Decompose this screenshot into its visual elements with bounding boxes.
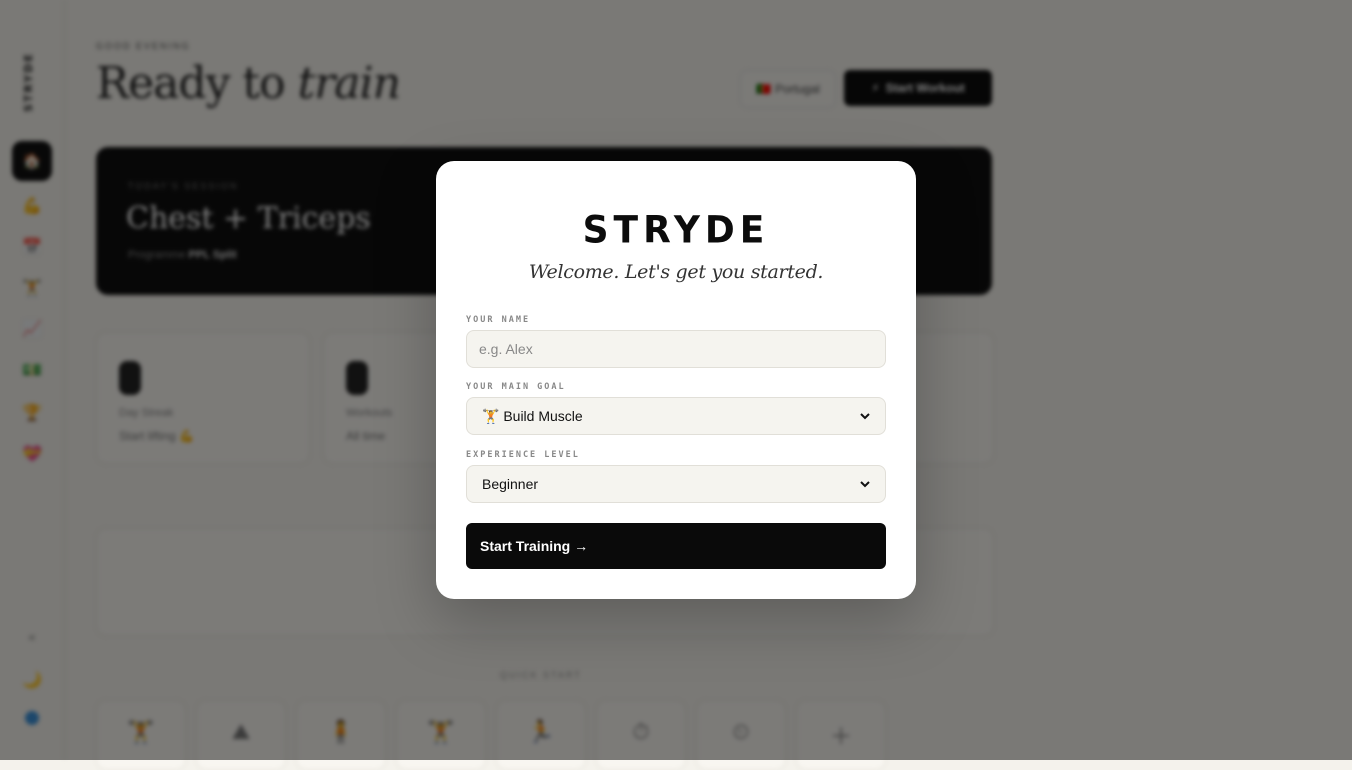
level-select[interactable]: Beginner [466, 465, 886, 503]
welcome-subtitle: Welcome. Let's get you started. [528, 261, 824, 283]
brand-logo: STRYDE [582, 208, 770, 252]
onboarding-modal: STRYDE Welcome. Let's get you started. Y… [436, 161, 916, 599]
level-select-value: Beginner [482, 476, 539, 492]
chevron-down-icon [860, 481, 870, 488]
level-label: EXPERIENCE LEVEL [466, 450, 580, 460]
chevron-down-icon [860, 413, 870, 420]
start-training-button[interactable]: Start Training → [466, 523, 886, 569]
goal-select[interactable]: 🏋️ Build Muscle [466, 397, 886, 435]
goal-select-value: 🏋️ Build Muscle [482, 407, 583, 424]
goal-label: YOUR MAIN GOAL [466, 382, 566, 392]
name-input[interactable] [466, 330, 886, 368]
name-label: YOUR NAME [466, 315, 531, 325]
